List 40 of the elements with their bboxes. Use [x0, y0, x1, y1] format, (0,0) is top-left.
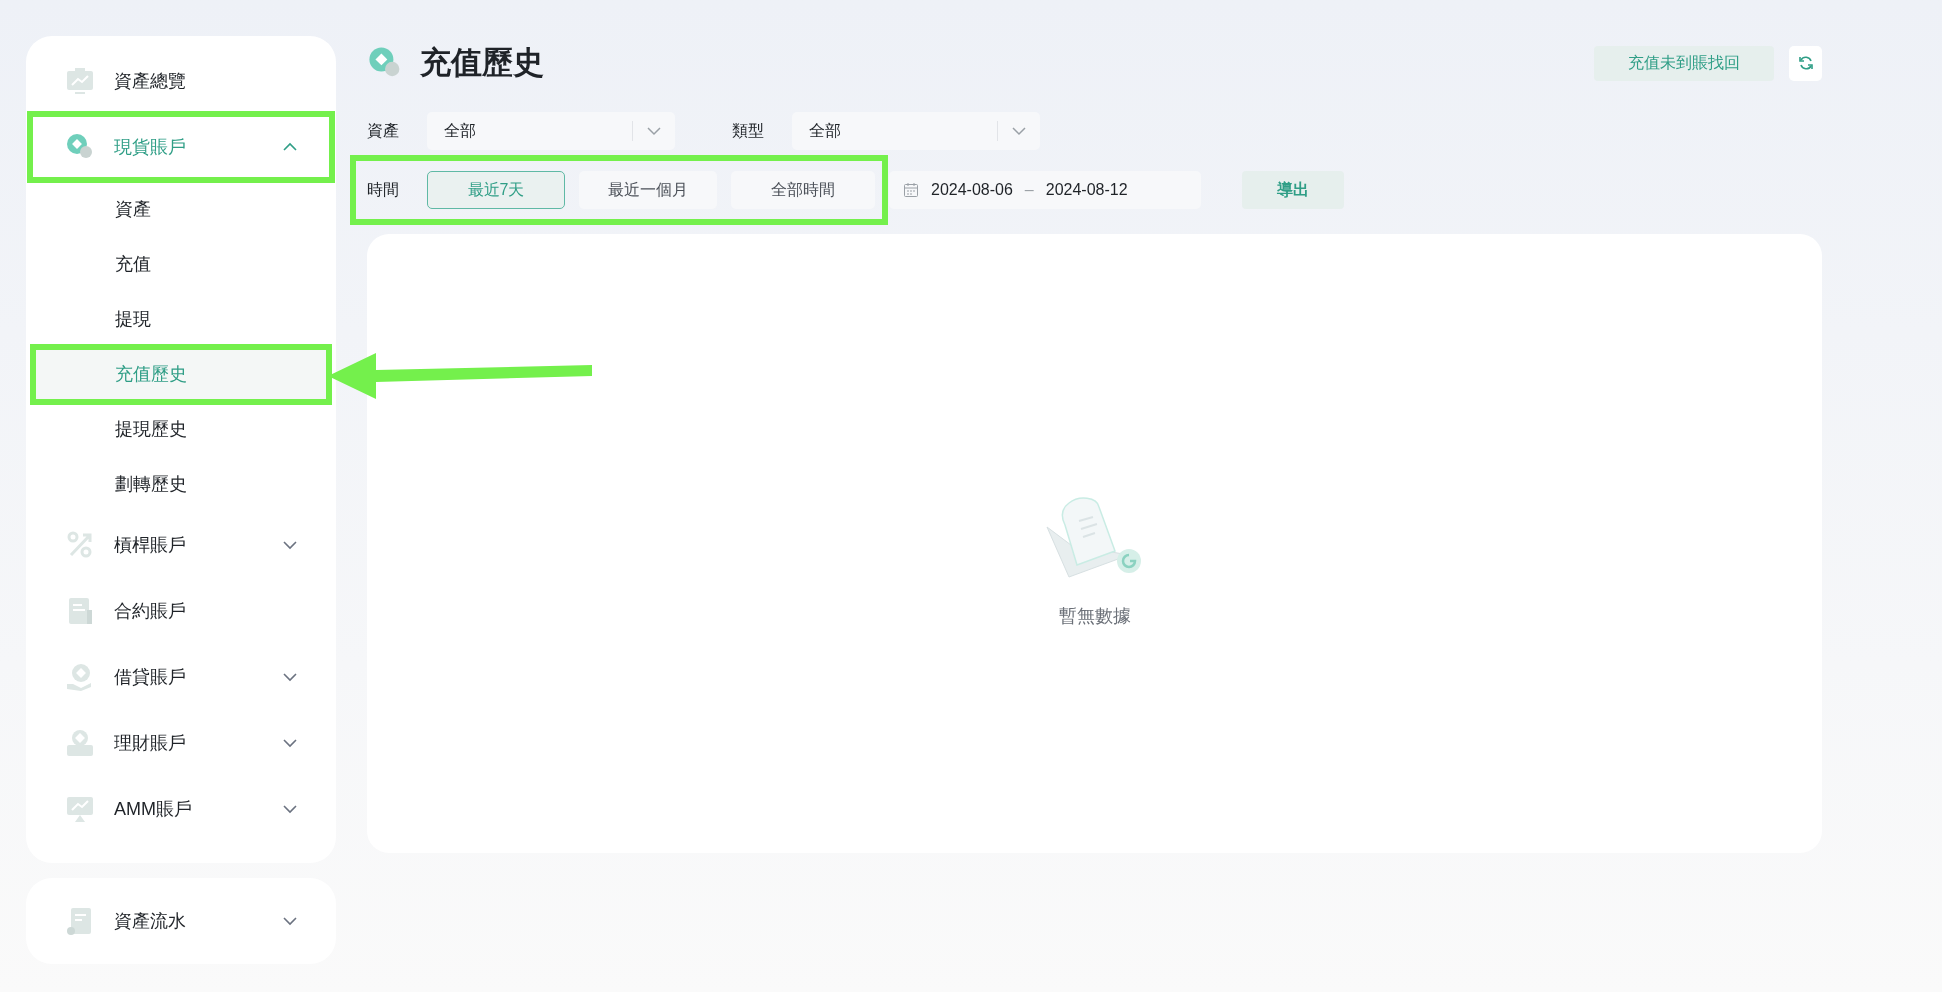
chevron-up-icon	[282, 142, 298, 152]
sidebar-item[interactable]: 理財賬戶	[30, 710, 332, 776]
empty-message: 暫無數據	[1058, 605, 1131, 628]
sidebar-item[interactable]: 借貸賬戶	[30, 644, 332, 710]
sidebar-item[interactable]: 槓桿賬戶	[30, 512, 332, 578]
submenu-item[interactable]: 劃轉歷史	[33, 457, 329, 512]
filter-select[interactable]: 全部	[792, 112, 1040, 150]
percent-icon	[65, 530, 95, 560]
filter-select[interactable]: 全部	[427, 112, 675, 150]
sidebar-item[interactable]: 資產總覽	[30, 48, 332, 114]
refresh-icon	[1797, 55, 1814, 71]
time-range-tab[interactable]: 全部時間	[731, 171, 875, 209]
chevron-down-icon	[282, 916, 298, 926]
chevron-down-icon	[282, 738, 298, 748]
sidebar-item[interactable]: 資產流水	[30, 888, 332, 954]
chevron-down-icon	[1011, 126, 1027, 136]
calendar-icon	[903, 182, 919, 198]
chart-board-icon	[65, 794, 95, 824]
sidebar-item[interactable]: AMM賬戶	[30, 776, 332, 842]
coin-wallet-icon	[65, 728, 95, 758]
submenu-item[interactable]: 提現歷史	[33, 402, 329, 457]
chevron-down-icon	[646, 126, 662, 136]
start-date: 2024-08-06	[931, 180, 1013, 200]
date-separator: –	[1024, 180, 1034, 200]
time-label: 時間	[367, 180, 400, 200]
chevron-down-icon	[282, 672, 298, 682]
chart-board-icon	[65, 66, 95, 96]
chevron-down-icon	[282, 540, 298, 550]
page-title: 充值歷史	[420, 43, 544, 82]
end-date: 2024-08-12	[1045, 180, 1128, 200]
filter-label: 類型	[732, 121, 765, 141]
date-range-field[interactable]: 2024-08-06 – 2024-08-12	[889, 171, 1201, 209]
refresh-button[interactable]	[1789, 45, 1822, 81]
chevron-down-icon	[282, 804, 298, 814]
time-range-tab[interactable]: 最近一個月	[579, 171, 717, 209]
submenu-item[interactable]: 提現	[33, 292, 329, 347]
submenu-item[interactable]: 資產	[33, 182, 329, 237]
submenu-item[interactable]: 充值	[33, 237, 329, 292]
sidebar-item[interactable]: 合約賬戶	[30, 578, 332, 644]
filter-label: 資產	[367, 121, 400, 141]
